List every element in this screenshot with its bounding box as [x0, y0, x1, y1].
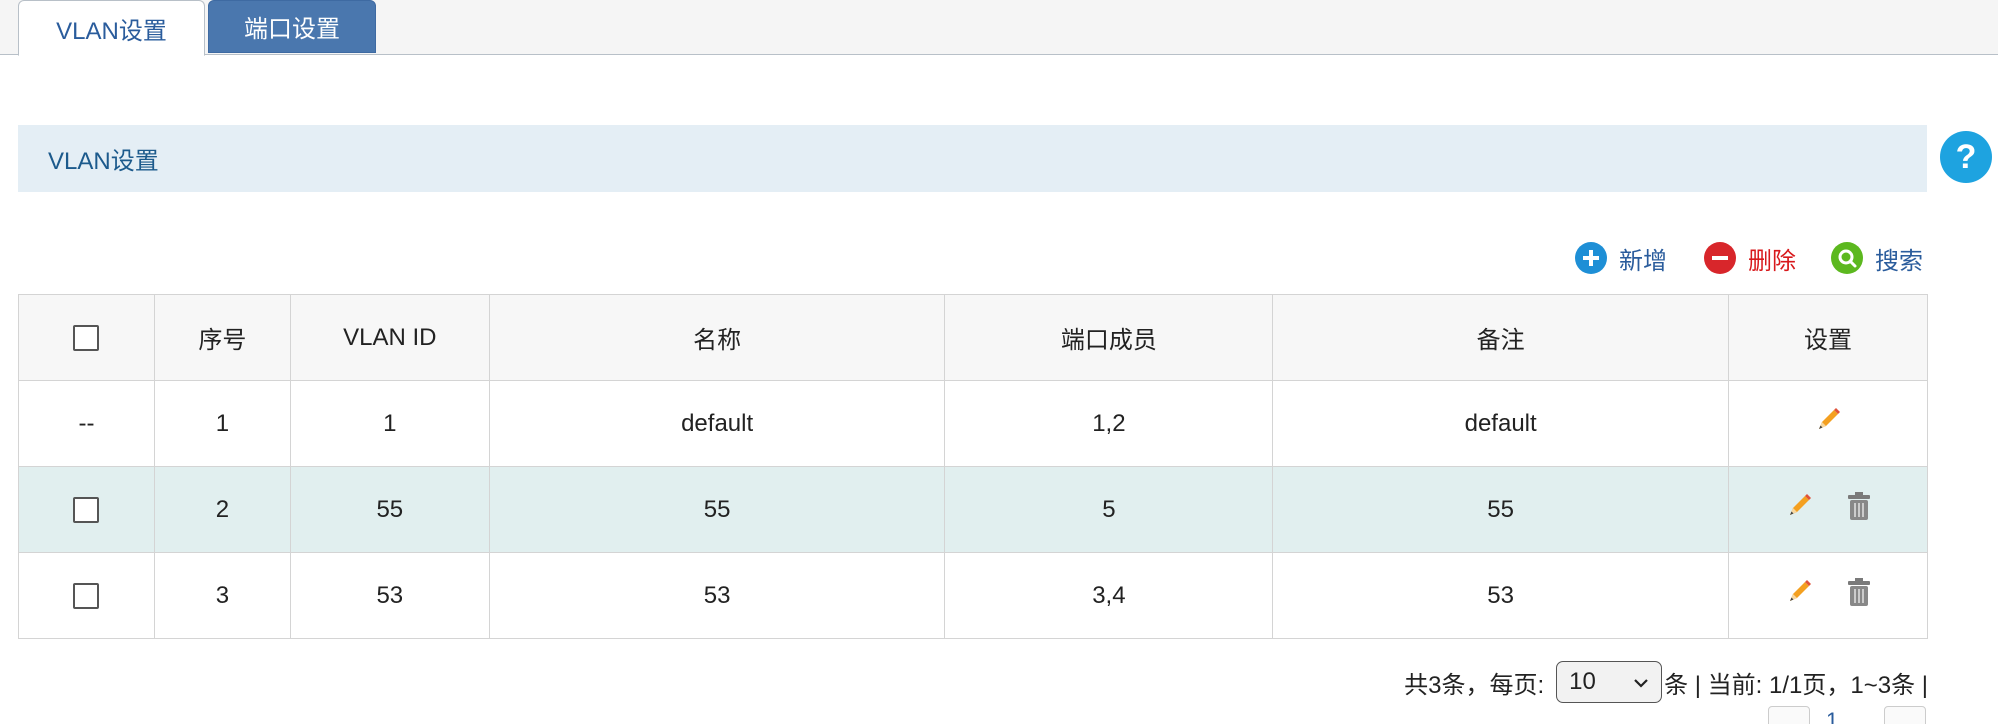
- add-label: 新增: [1619, 247, 1667, 275]
- row-actions: [1728, 466, 1928, 553]
- column-header-name: 名称: [488, 294, 946, 381]
- search-button[interactable]: 搜索: [1831, 241, 1923, 276]
- next-page-button[interactable]: [1884, 706, 1926, 724]
- row-vlan-id: 53: [289, 552, 490, 639]
- page-size-select[interactable]: 10: [1556, 661, 1663, 703]
- magnifier-icon: [1831, 242, 1863, 274]
- row-name: 55: [488, 466, 946, 553]
- column-header-remark: 备注: [1272, 294, 1730, 381]
- column-header-vlan-id: VLAN ID: [289, 294, 490, 381]
- row-name: default: [488, 380, 946, 467]
- pagination-bar: 共3条，每页: 10 条 | 当前: 1/1页，1~3条 |: [1404, 660, 1928, 704]
- plus-circle-icon: [1575, 242, 1607, 274]
- delete-label: 删除: [1748, 247, 1796, 275]
- row-ports: 5: [944, 466, 1274, 553]
- row-index: 1: [153, 380, 291, 467]
- row-actions: [1728, 552, 1928, 639]
- trash-icon[interactable]: [1846, 491, 1872, 528]
- row-remark: default: [1272, 380, 1730, 467]
- search-label: 搜索: [1875, 247, 1923, 275]
- row-index: 2: [153, 466, 291, 553]
- row-select-cell: [18, 466, 155, 553]
- vlan-table: 序号 VLAN ID 名称 端口成员 备注 设置 -- 1 1 default …: [18, 294, 1928, 639]
- minus-circle-icon: [1704, 242, 1736, 274]
- pencil-icon[interactable]: [1813, 405, 1843, 442]
- table-row: 2 55 55 5 55: [18, 466, 1928, 553]
- row-checkbox[interactable]: [73, 583, 100, 610]
- add-button[interactable]: 新增: [1575, 241, 1667, 276]
- section-title: VLAN设置: [48, 148, 159, 175]
- trash-icon[interactable]: [1846, 577, 1872, 614]
- row-index: 3: [153, 552, 291, 639]
- pencil-icon[interactable]: [1784, 491, 1814, 528]
- column-header-settings: 设置: [1728, 294, 1928, 381]
- pagination-status: 条 | 当前: 1/1页，1~3条 |: [1664, 671, 1928, 699]
- row-select-placeholder: --: [18, 380, 155, 467]
- column-header-index: 序号: [153, 294, 291, 381]
- row-vlan-id: 55: [289, 466, 490, 553]
- row-name: 53: [488, 552, 946, 639]
- section-header: VLAN设置: [18, 125, 1927, 192]
- table-row: 3 53 53 3,4 53: [18, 552, 1928, 639]
- pencil-icon[interactable]: [1784, 577, 1814, 614]
- select-all-checkbox[interactable]: [73, 325, 100, 352]
- column-header-ports: 端口成员: [944, 294, 1274, 381]
- tab-bar: VLAN设置 端口设置: [0, 0, 1998, 56]
- row-select-cell: [18, 552, 155, 639]
- row-remark: 55: [1272, 466, 1730, 553]
- row-ports: 1,2: [944, 380, 1274, 467]
- tab-vlan-settings[interactable]: VLAN设置: [18, 0, 205, 56]
- row-actions: [1728, 380, 1928, 467]
- row-checkbox[interactable]: [73, 497, 100, 524]
- row-vlan-id: 1: [289, 380, 490, 467]
- page-size-value: 10: [1569, 668, 1596, 695]
- delete-button[interactable]: 删除: [1704, 241, 1796, 276]
- prev-page-button[interactable]: [1768, 706, 1810, 724]
- pagination-total: 共3条，每页:: [1404, 671, 1545, 699]
- question-icon: ?: [1955, 137, 1977, 176]
- row-ports: 3,4: [944, 552, 1274, 639]
- select-all-cell: [18, 294, 155, 381]
- help-button[interactable]: ?: [1940, 131, 1992, 183]
- table-row: -- 1 1 default 1,2 default: [18, 380, 1928, 467]
- table-toolbar: 新增 删除 搜索: [0, 238, 1998, 278]
- chevron-down-icon: [1633, 668, 1649, 696]
- tab-port-settings[interactable]: 端口设置: [208, 0, 376, 53]
- table-header-row: 序号 VLAN ID 名称 端口成员 备注 设置: [18, 294, 1928, 381]
- row-remark: 53: [1272, 552, 1730, 639]
- current-page-number[interactable]: 1: [1826, 708, 1838, 724]
